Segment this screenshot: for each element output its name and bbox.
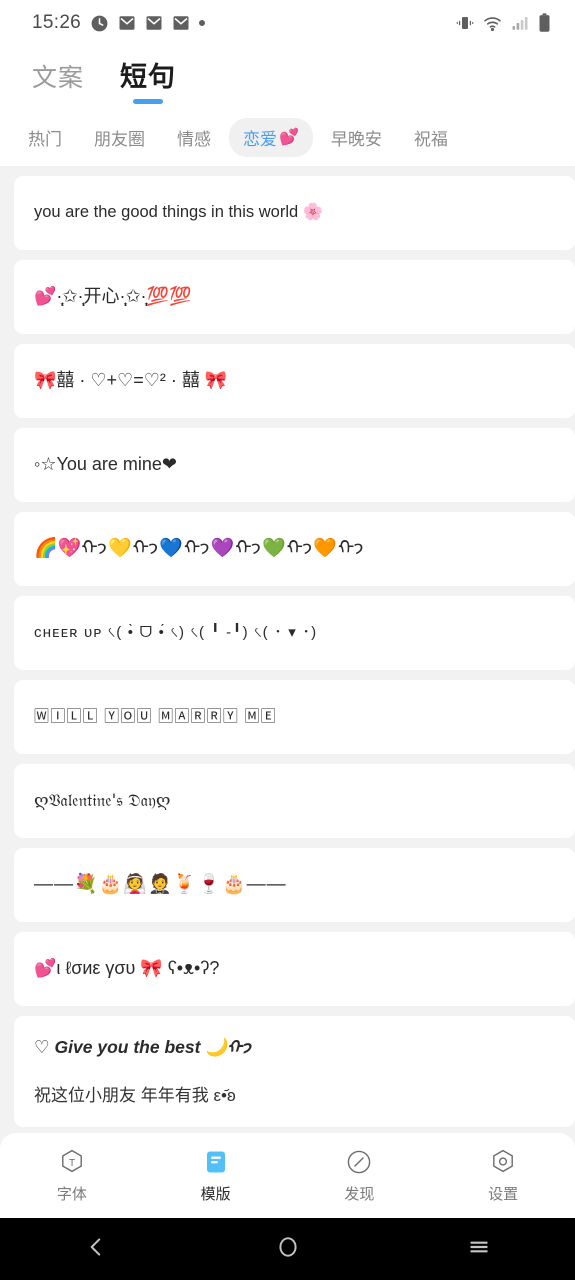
- card-text: 🎀囍 · ♡+♡=♡² · 囍 🎀: [34, 370, 228, 391]
- active-tab-underline: [133, 99, 164, 104]
- category-chip-zaowanan-label: 早晚安: [330, 129, 382, 149]
- circle-icon: [275, 1234, 301, 1265]
- font-hexagon-icon: T: [57, 1147, 87, 1177]
- nav-item-template[interactable]: 模版: [144, 1147, 288, 1204]
- template-document-icon: [201, 1147, 231, 1177]
- tab-wenan-label: 文案: [32, 64, 85, 92]
- category-chip-bar: 热门 朋友圈 情感 恋爱 💕 早晚安 祝福: [0, 108, 575, 166]
- list-item[interactable]: 💕ι ℓσиε γσυ 🎀 ʕ•ᴥ•ʔ?: [14, 932, 575, 1006]
- card-text: 💕ι ℓσиε γσυ 🎀 ʕ•ᴥ•ʔ?: [34, 958, 220, 979]
- nav-item-font-label: 字体: [56, 1186, 87, 1203]
- home-button[interactable]: [192, 1234, 384, 1265]
- phone-screen: 15:26 文案 短句 热门 朋友圈 情感 恋爱 💕 早晚安 祝福 you ar…: [0, 0, 575, 1280]
- nav-item-template-label: 模版: [200, 1186, 231, 1203]
- battery-icon: [538, 13, 551, 33]
- status-bar: 15:26: [0, 0, 575, 46]
- list-item[interactable]: ——💐🎂👰🤵🍹🍷🎂——: [14, 848, 575, 922]
- category-chip-qinggan-label: 情感: [177, 129, 211, 149]
- nav-item-settings[interactable]: 设置: [431, 1147, 575, 1204]
- mail-icon: [118, 14, 136, 32]
- mail-icon: [145, 14, 163, 32]
- bottom-navigation: T 字体 模版 发现 设置: [0, 1133, 575, 1218]
- list-item[interactable]: ◦☆You are mine❤: [14, 428, 575, 502]
- card-text: 🌈💖ᡣ𐭩💛ᡣ𐭩💙ᡣ𐭩💜ᡣ𐭩💚ᡣ𐭩🧡ᡣ𐭩: [34, 538, 365, 560]
- card-text: ◦☆You are mine❤: [34, 454, 178, 475]
- card-text: ——💐🎂👰🤵🍹🍷🎂——: [34, 874, 287, 896]
- signal-icon: [511, 14, 529, 32]
- vibrate-icon: [456, 14, 474, 32]
- category-chip-remen[interactable]: 热门: [14, 118, 76, 157]
- category-chip-pengyouquan-label: 朋友圈: [94, 129, 145, 149]
- clock-icon: [90, 14, 109, 33]
- nav-item-discover[interactable]: 发现: [288, 1147, 432, 1204]
- category-chip-zaowanan[interactable]: 早晚安: [317, 118, 396, 157]
- list-item[interactable]: 🅆🄸🄻🄻 🅈🄾🅄 🄼🄰🅁🅁🅈 🄼🄴: [14, 680, 575, 754]
- tab-duanju[interactable]: 短句: [120, 55, 176, 104]
- card-text: 🅆🄸🄻🄻 🅈🄾🅄 🄼🄰🅁🅁🅈 🄼🄴: [34, 708, 277, 726]
- list-item[interactable]: ♡ Give you the best 🌙ᡣ𐭩 祝这位小朋友 年年有我 ε•᷄ʚ: [14, 1016, 575, 1128]
- list-item[interactable]: ღ𝔙𝔞𝔩𝔢𝔫𝔱𝔦𝔫𝔢'𝔰 𝔇𝔞𝔶ღ: [14, 764, 575, 838]
- card-text: ღ𝔙𝔞𝔩𝔢𝔫𝔱𝔦𝔫𝔢'𝔰 𝔇𝔞𝔶ღ: [34, 790, 171, 811]
- category-chip-qinggan[interactable]: 情感: [163, 118, 225, 157]
- tab-wenan[interactable]: 文案: [32, 58, 84, 104]
- template-list[interactable]: you are the good things in this world 🌸 …: [0, 166, 575, 1133]
- status-bar-clock: 15:26: [32, 12, 82, 33]
- android-system-bar: [0, 1218, 575, 1280]
- wifi-icon: [483, 14, 502, 33]
- recents-button[interactable]: [383, 1234, 575, 1265]
- card-text: ᴄʜᴇᴇʀ ᴜᴘ ৻( •̀ ᗜ •́ ৻) ৻( ╹ -╹) ৻( ･ ▾ ･…: [34, 624, 318, 642]
- top-tab-bar: 文案 短句: [0, 46, 575, 108]
- mail-icon: [172, 14, 190, 32]
- pink-hearts-icon: 💕: [279, 129, 299, 146]
- nav-item-settings-label: 设置: [488, 1186, 519, 1203]
- settings-hexagon-icon: [488, 1147, 518, 1177]
- chevron-left-icon: [83, 1234, 109, 1265]
- card-text: ♡ Give you the best 🌙ᡣ𐭩: [34, 1037, 251, 1057]
- list-item[interactable]: 🎀囍 · ♡+♡=♡² · 囍 🎀: [14, 344, 575, 418]
- card-text: you are the good things in this world 🌸: [34, 203, 324, 222]
- tab-duanju-label: 短句: [120, 62, 177, 92]
- category-chip-remen-label: 热门: [28, 129, 62, 149]
- nav-item-discover-label: 发现: [344, 1186, 375, 1203]
- category-chip-zhufu-label: 祝福: [413, 129, 448, 149]
- status-bar-right: [456, 13, 551, 33]
- category-chip-pengyouquan[interactable]: 朋友圈: [80, 118, 159, 157]
- back-button[interactable]: [0, 1234, 192, 1265]
- svg-text:T: T: [69, 1158, 75, 1169]
- nav-item-font[interactable]: T 字体: [0, 1147, 144, 1204]
- dot-icon: [199, 20, 206, 26]
- list-item[interactable]: 🌈💖ᡣ𐭩💛ᡣ𐭩💙ᡣ𐭩💜ᡣ𐭩💚ᡣ𐭩🧡ᡣ𐭩: [14, 512, 575, 586]
- list-item[interactable]: ᴄʜᴇᴇʀ ᴜᴘ ৻( •̀ ᗜ •́ ৻) ৻( ╹ -╹) ৻( ･ ▾ ･…: [14, 596, 575, 670]
- card-text: 💕·̩͙✩·̩͙开心·̩͙✩·̩͙💯💯: [34, 286, 192, 307]
- list-item[interactable]: you are the good things in this world 🌸: [14, 176, 575, 250]
- discover-compass-icon: [344, 1147, 374, 1177]
- card-text: 祝这位小朋友 年年有我 ε•᷄ʚ: [34, 1086, 236, 1106]
- category-chip-lianai-label: 恋爱: [243, 129, 277, 149]
- category-chip-lianai[interactable]: 恋爱 💕: [229, 117, 313, 157]
- hamburger-icon: [466, 1234, 492, 1265]
- status-bar-left: 15:26: [32, 12, 206, 34]
- category-chip-zhufu[interactable]: 祝福: [400, 118, 462, 157]
- list-item[interactable]: 💕·̩͙✩·̩͙开心·̩͙✩·̩͙💯💯: [14, 260, 575, 334]
